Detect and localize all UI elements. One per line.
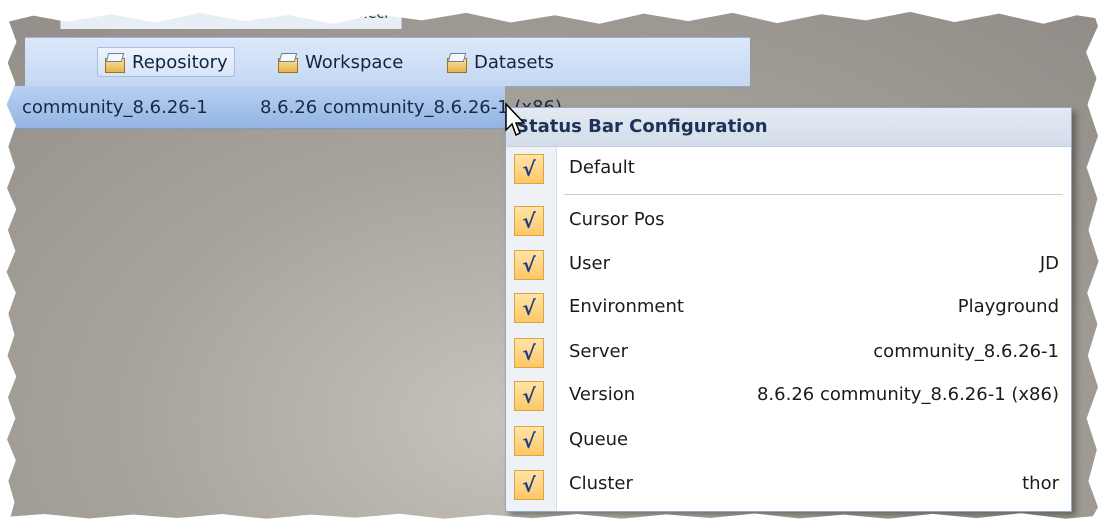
menu-item-label: Default (569, 157, 635, 178)
check-icon: √ (514, 154, 544, 184)
check-icon: √ (514, 381, 544, 411)
menu-item-environment[interactable]: √ Environment Playground (506, 287, 1071, 331)
menu-item-label: Server (569, 341, 629, 362)
menu-item-value: community_8.6.26-1 (873, 341, 1059, 362)
menu-item-label: Cluster (569, 473, 633, 494)
check-icon: √ (514, 426, 544, 456)
datasets-button-label: Datasets (474, 51, 554, 73)
menu-item-label: Cursor Pos (569, 209, 665, 230)
menu-item-queue[interactable]: √ Queue (506, 420, 1071, 464)
toolbar: Repository Workspace Datasets (25, 37, 750, 87)
menu-item-server[interactable]: √ Server community_8.6.26-1 (506, 332, 1071, 376)
check-icon: √ (514, 470, 544, 500)
datasets-icon (446, 52, 468, 73)
menu-item-cursor-pos[interactable]: √ Cursor Pos (506, 200, 1071, 244)
mouse-cursor-icon (505, 102, 526, 137)
menu-item-label: Environment (569, 296, 684, 317)
workspace-button[interactable]: Workspace (270, 47, 410, 77)
status-bar-config-menu: Status Bar Configuration √ Default √ Cur… (505, 107, 1072, 512)
menu-item-value: thor (1022, 473, 1059, 494)
menu-item-value: Playground (957, 296, 1059, 317)
check-icon: √ (514, 206, 544, 236)
status-server[interactable]: community_8.6.26-1 (22, 97, 208, 118)
status-bar[interactable]: community_8.6.26-1 8.6.26 community_8.6.… (0, 86, 562, 129)
check-icon: √ (514, 338, 544, 368)
menu-item-default[interactable]: √ Default (506, 148, 1071, 192)
menu-item-label: Version (569, 384, 636, 405)
menu-item-cluster[interactable]: √ Cluster thor (506, 464, 1071, 508)
torn-edge-left (0, 0, 17, 523)
torn-edge-right (1086, 0, 1110, 523)
menu-item-value: JD (1039, 253, 1059, 274)
check-icon: √ (514, 293, 544, 323)
menu-item-label: User (569, 253, 611, 274)
workspace-icon (277, 52, 299, 73)
menu-separator (564, 194, 1063, 195)
check-icon: √ (514, 250, 544, 280)
repository-button[interactable]: Repository (97, 47, 235, 77)
menu-item-label: Queue (569, 429, 629, 450)
menu-item-version[interactable]: √ Version 8.6.26 community_8.6.26-1 (x86… (506, 375, 1071, 419)
menu-title: Status Bar Configuration (506, 108, 1071, 147)
menu-item-user[interactable]: √ User JD (506, 244, 1071, 288)
workspace-button-label: Workspace (305, 51, 404, 73)
menu-item-value: 8.6.26 community_8.6.26-1 (x86) (756, 384, 1059, 405)
datasets-button[interactable]: Datasets (439, 47, 561, 77)
repository-icon (104, 52, 126, 73)
repository-button-label: Repository (132, 51, 228, 73)
